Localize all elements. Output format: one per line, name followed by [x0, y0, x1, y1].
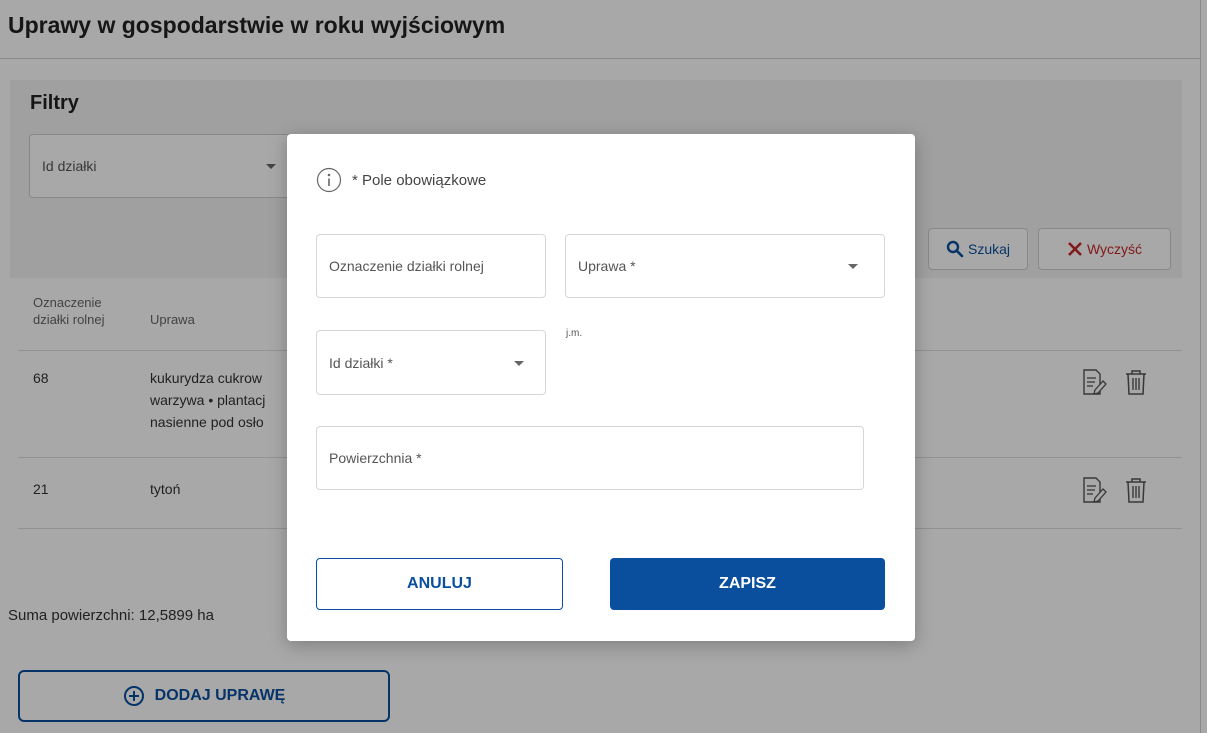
chevron-down-icon — [848, 264, 858, 269]
powierzchnia-label: Powierzchnia * — [329, 450, 422, 466]
powierzchnia-input[interactable]: Powierzchnia * — [316, 426, 864, 490]
info-icon — [316, 167, 342, 193]
save-button[interactable]: ZAPISZ — [610, 558, 885, 610]
chevron-down-icon — [514, 361, 524, 366]
id-dzialki-label: Id działki * — [329, 354, 393, 371]
add-crop-dialog: * Pole obowiązkowe Oznaczenie działki ro… — [287, 134, 915, 641]
oznaczenie-dzialki-input[interactable]: Oznaczenie działki rolnej — [316, 234, 546, 298]
required-fields-text: * Pole obowiązkowe — [352, 171, 487, 189]
oznaczenie-dzialki-label: Oznaczenie działki rolnej — [329, 258, 484, 274]
id-dzialki-select[interactable]: Id działki * — [316, 330, 546, 395]
uprawa-select[interactable]: Uprawa * — [565, 234, 885, 298]
required-fields-note: * Pole obowiązkowe — [316, 167, 486, 193]
uprawa-label: Uprawa * — [578, 258, 636, 274]
cancel-button[interactable]: ANULUJ — [316, 558, 563, 610]
unit-label: j.m. — [566, 328, 583, 339]
